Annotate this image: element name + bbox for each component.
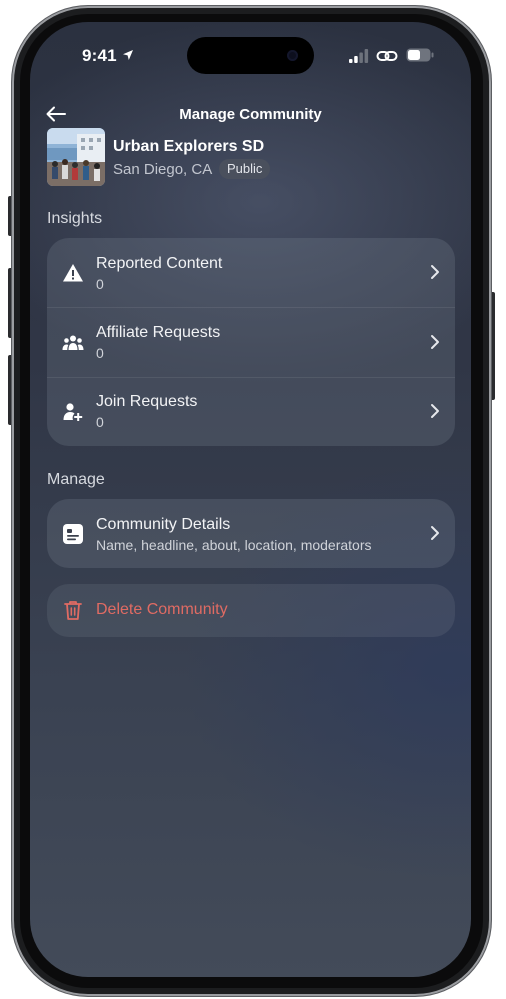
- trash-icon: [64, 601, 82, 620]
- community-photo: [47, 128, 105, 186]
- battery-icon: [406, 48, 434, 62]
- status-time: 9:41: [82, 46, 117, 65]
- manage-card: Community Details Name, headline, about,…: [47, 499, 455, 568]
- dynamic-island: [187, 37, 314, 74]
- community-details-row[interactable]: Community Details Name, headline, about,…: [47, 499, 455, 568]
- community-name: Urban Explorers SD: [113, 138, 265, 155]
- insights-card: Reported Content 0 Affiliate Requests 0: [47, 238, 455, 446]
- front-camera-icon: [287, 50, 298, 61]
- community-location: San Diego, CA: [113, 161, 213, 178]
- visibility-badge: Public: [219, 159, 271, 179]
- reported-content-row[interactable]: Reported Content 0: [47, 238, 455, 307]
- join-requests-row[interactable]: Join Requests 0: [47, 378, 455, 446]
- affiliate-requests-title: Affiliate Requests: [96, 324, 221, 341]
- location-arrow-icon: [123, 50, 133, 60]
- delete-community-button[interactable]: Delete Community: [47, 584, 455, 637]
- cellular-signal-icon: [349, 49, 369, 63]
- status-bar: 9:41: [30, 22, 471, 78]
- insights-section-label: Insights: [47, 210, 103, 227]
- page-title: Manage Community: [179, 106, 322, 123]
- warning-icon: [63, 264, 83, 282]
- delete-community-label: Delete Community: [96, 601, 228, 618]
- affiliate-requests-row[interactable]: Affiliate Requests 0: [47, 308, 455, 377]
- app-screen: 9:41 Manage Community Urban Explorers SD…: [30, 22, 471, 977]
- affiliate-requests-count: 0: [96, 345, 104, 361]
- chevron-right-icon: [431, 404, 439, 418]
- join-requests-title: Join Requests: [96, 393, 198, 410]
- chevron-right-icon: [431, 265, 439, 279]
- chevron-right-icon: [431, 335, 439, 349]
- group-icon: [62, 335, 84, 350]
- chevron-right-icon: [431, 526, 439, 540]
- details-card-icon: [63, 524, 83, 544]
- community-details-subtitle: Name, headline, about, location, moderat…: [96, 537, 372, 553]
- reported-content-title: Reported Content: [96, 255, 223, 272]
- join-requests-count: 0: [96, 414, 104, 430]
- community-details-title: Community Details: [96, 516, 231, 533]
- add-person-icon: [63, 403, 83, 421]
- reported-content-count: 0: [96, 276, 104, 292]
- manage-section-label: Manage: [47, 471, 105, 488]
- link-icon: [376, 51, 398, 61]
